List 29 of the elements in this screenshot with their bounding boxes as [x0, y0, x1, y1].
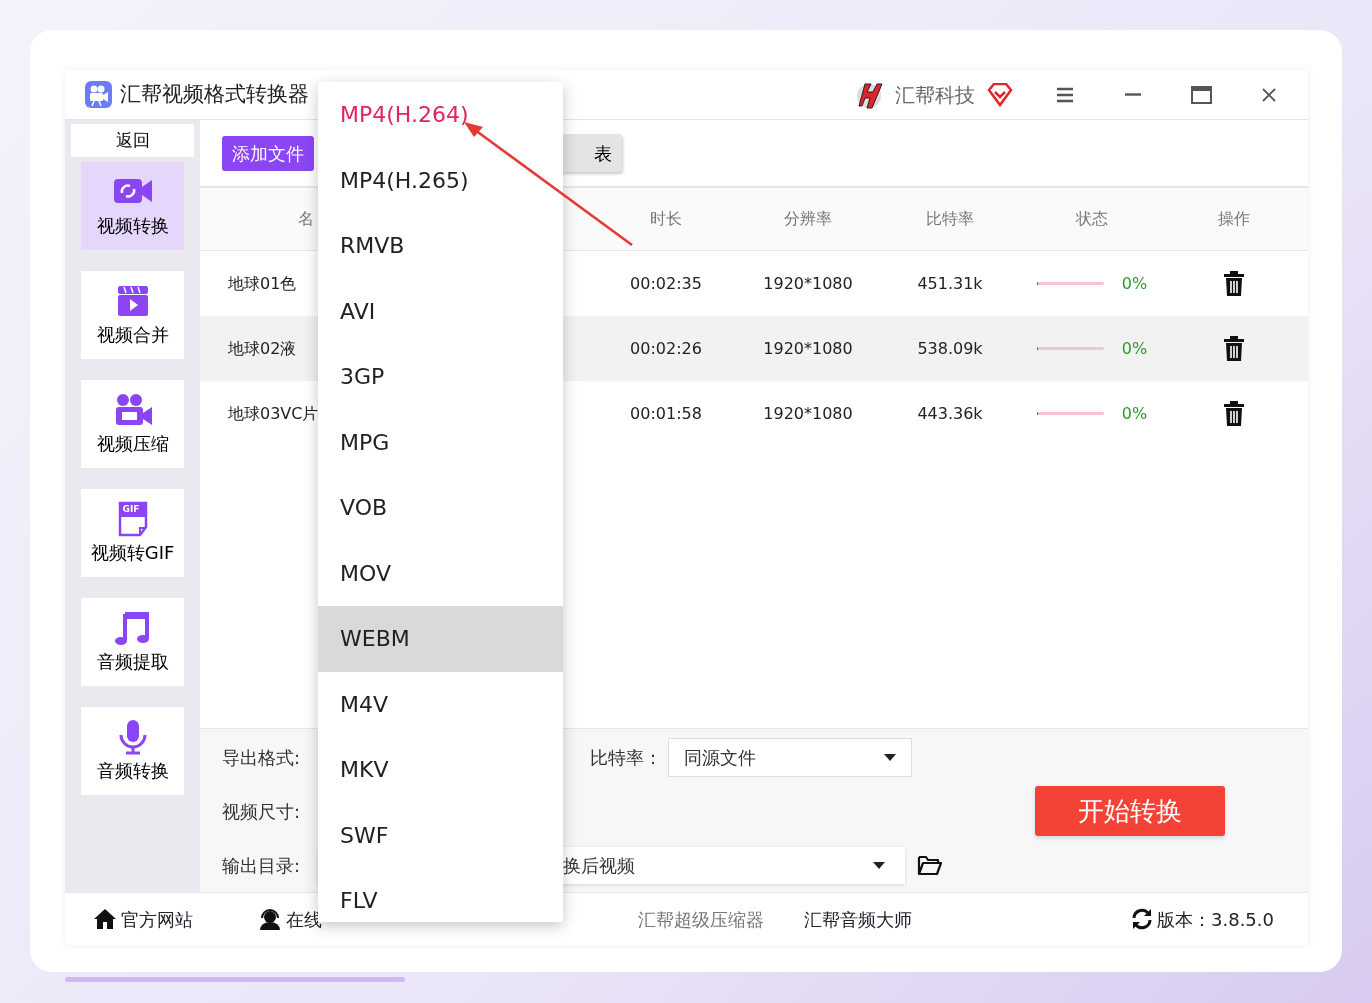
- brand-name: 汇帮科技: [895, 81, 975, 109]
- app-title: 汇帮视频格式转换器: [120, 80, 309, 108]
- field-label: 视频尺寸:: [222, 799, 302, 824]
- field-label: 导出格式:: [222, 745, 302, 770]
- table-cell-text: 1920*1080: [763, 337, 853, 360]
- version-label: 版本：3.8.5.0: [1157, 907, 1274, 932]
- column-header: 状态: [1076, 208, 1108, 230]
- table-cell-text: 00:01:58: [630, 402, 702, 425]
- column-header: 名: [297, 208, 315, 230]
- progress-percent: 0%: [1121, 272, 1148, 295]
- field-label: 输出目录:: [222, 853, 302, 878]
- column-header: 时长: [650, 208, 682, 230]
- table-cell-text: 00:02:26: [630, 337, 702, 360]
- table-cell-text: 1920*1080: [763, 272, 853, 295]
- table-cell-text: 00:02:35: [630, 272, 702, 295]
- column-header: 分辨率: [784, 208, 832, 230]
- table-cell-text: 538.09k: [917, 337, 983, 360]
- table-cell-text: 443.36k: [917, 402, 983, 425]
- table-cell-text: 451.31k: [917, 272, 983, 295]
- table-cell-text: 地球03VC片: [227, 402, 320, 425]
- table-cell-text: 地球01色: [227, 272, 298, 295]
- table-cell-text: 地球02液: [227, 337, 298, 360]
- progress-percent: 0%: [1121, 402, 1148, 425]
- icon-label: GIF: [122, 502, 140, 515]
- field-label: 比特率：: [590, 745, 663, 770]
- column-header: 比特率: [926, 208, 974, 230]
- progress-percent: 0%: [1121, 337, 1148, 360]
- table-cell-text: 1920*1080: [763, 402, 853, 425]
- column-header: 操作: [1218, 208, 1250, 230]
